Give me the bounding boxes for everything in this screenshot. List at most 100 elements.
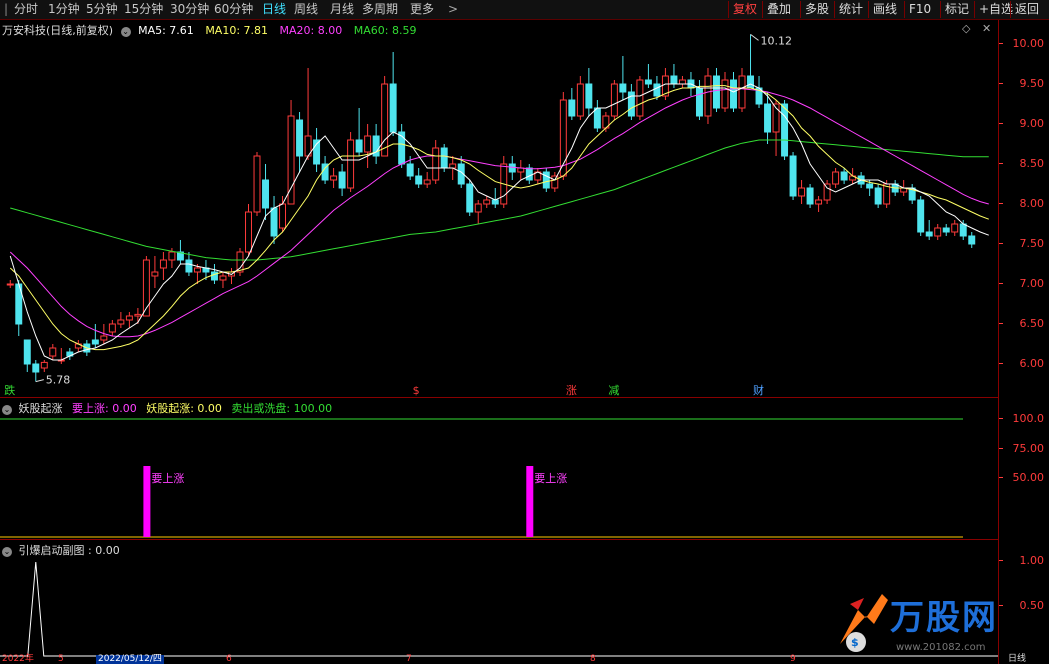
ind1-tick-mark — [999, 418, 1003, 419]
price-tick: 7.00 — [1019, 277, 1045, 290]
price-tick-mark — [999, 243, 1003, 244]
candle-body — [381, 83, 389, 157]
price-tick-mark — [999, 323, 1003, 324]
date-year: 2022年 — [2, 654, 34, 664]
candle-body — [364, 135, 372, 153]
ind1-chart[interactable]: 要上涨 要上涨 — [0, 398, 998, 538]
toolbar-btn-6[interactable]: 标记 — [940, 1, 973, 18]
candle-body — [585, 83, 593, 109]
logo-text: 万股网 — [890, 598, 998, 638]
candle-body — [823, 183, 831, 201]
candle-body — [296, 119, 304, 157]
toolbar-btn-2[interactable]: 多股 — [800, 1, 833, 18]
price-tick: 9.00 — [1019, 117, 1045, 130]
low-pointer — [35, 379, 44, 383]
price-tick: 8.00 — [1019, 197, 1045, 210]
candle-body — [415, 175, 423, 185]
price-tick: 8.50 — [1019, 157, 1045, 170]
candle-body — [483, 199, 491, 205]
candle-body — [32, 363, 40, 373]
svg-text:$: $ — [851, 636, 859, 649]
candle-body — [764, 103, 772, 133]
candle-body — [917, 199, 925, 233]
candle-body — [474, 203, 482, 213]
period-tab-5[interactable]: 60分钟 — [214, 2, 253, 17]
candle-body — [423, 179, 431, 185]
period-tab-8[interactable]: 月线 — [330, 2, 354, 17]
toolbar-btn-8[interactable]: 返回 — [1010, 1, 1043, 18]
period-tab-10[interactable]: 更多 — [410, 2, 434, 17]
toolbar-btn-5[interactable]: F10 — [904, 1, 935, 18]
price-tick-mark — [999, 43, 1003, 44]
candle-body — [798, 187, 806, 197]
signal-label: 要上涨 — [534, 472, 567, 485]
candle-body — [866, 183, 874, 189]
high-label: 10.12 — [761, 34, 793, 47]
event-marker: 财 — [753, 383, 764, 396]
toolbar-btn-4[interactable]: 画线 — [868, 1, 901, 18]
candle-body — [959, 223, 967, 237]
candle-body — [653, 83, 661, 97]
candle-body — [117, 319, 125, 325]
candle-body — [125, 315, 133, 321]
candle-body — [287, 115, 295, 205]
candle-body — [968, 235, 976, 245]
candle-body — [815, 199, 823, 205]
toolbar-btn-3[interactable]: 统计 — [834, 1, 867, 18]
candle-body — [210, 271, 218, 281]
candle-body — [338, 171, 346, 189]
date-month-6: 6 — [226, 654, 232, 664]
candle-body — [245, 211, 252, 253]
candle-body — [49, 347, 57, 357]
candle-body — [874, 187, 882, 205]
candle-body — [159, 259, 167, 269]
date-month-8: 8 — [590, 654, 596, 664]
logo-url: www.201082.com — [896, 642, 986, 653]
candle-body — [355, 139, 363, 153]
signal-bar — [526, 466, 534, 537]
candle-body — [704, 75, 712, 117]
candle-body — [747, 75, 754, 89]
candle-body — [636, 79, 644, 117]
period-tab-0[interactable]: 分时 — [14, 2, 38, 17]
candle-body — [610, 83, 618, 117]
ma60-line — [10, 139, 989, 261]
candle-body — [789, 155, 797, 197]
candle-body — [40, 361, 48, 369]
candle-body — [678, 79, 686, 85]
period-tab-4[interactable]: 30分钟 — [170, 2, 209, 17]
price-tick: 9.50 — [1019, 77, 1045, 90]
period-tab-3[interactable]: 15分钟 — [124, 2, 163, 17]
price-tick-mark — [999, 163, 1003, 164]
price-tick-mark — [999, 363, 1003, 364]
candle-body — [542, 171, 550, 189]
toolbar-btn-0[interactable]: 复权 — [728, 1, 761, 18]
toolbar-left-marker: | — [4, 2, 9, 16]
candle-body — [644, 79, 652, 85]
candle-body — [951, 223, 959, 233]
period-tab-9[interactable]: 多周期 — [362, 2, 398, 17]
ind1-tick: 100.0 — [1012, 412, 1045, 425]
candle-body — [738, 75, 746, 109]
period-tab-6[interactable]: 日线 — [262, 2, 286, 17]
candle-body — [279, 203, 287, 229]
candle-body — [330, 175, 338, 181]
period-tab-1[interactable]: 1分钟 — [48, 2, 80, 17]
high-pointer — [750, 33, 759, 41]
candle-body — [713, 75, 720, 109]
ma20-line — [9, 88, 989, 338]
event-marker: 跌 — [4, 383, 15, 396]
period-tab-2[interactable]: 5分钟 — [86, 2, 118, 17]
candle-body — [389, 83, 397, 133]
candle-body — [91, 339, 99, 345]
toolbar-btn-1[interactable]: 叠加 — [762, 1, 795, 18]
period-tab-7[interactable]: 周线 — [294, 2, 318, 17]
candlestick-chart[interactable]: 10.12 5.78 跌 $ 涨 减 财 — [0, 20, 998, 396]
candle-body — [440, 147, 448, 169]
more-arrow-icon[interactable]: > — [448, 2, 458, 17]
candle-body — [832, 171, 840, 185]
ma10-line — [9, 85, 989, 351]
ind2-tick-mark — [999, 560, 1003, 561]
price-tick: 7.50 — [1019, 237, 1045, 250]
candle-body — [806, 187, 814, 205]
